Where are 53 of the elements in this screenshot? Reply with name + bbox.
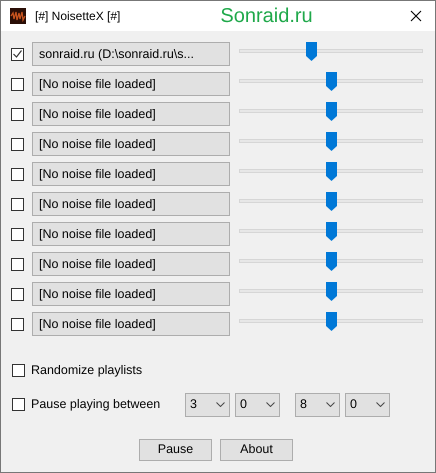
chevron-down-icon [266,402,275,408]
chevron-down-icon [376,402,385,408]
noise-file-button[interactable]: [No noise file loaded] [32,192,230,216]
checkbox[interactable] [11,228,24,240]
checkbox[interactable] [11,138,24,150]
noise-file-button[interactable]: [No noise file loaded] [32,312,230,336]
dropdown[interactable]: 0 [235,392,280,417]
slider-thumb[interactable] [326,102,336,121]
noise-file-button[interactable]: [No noise file loaded] [32,72,230,96]
slider-thumb[interactable] [326,252,336,271]
noise-file-button[interactable]: [No noise file loaded] [32,162,230,186]
noise-file-button[interactable]: [No noise file loaded] [32,282,230,306]
checkmark-icon [13,50,22,58]
close-icon [410,10,422,22]
slider-thumb[interactable] [326,72,336,91]
checkbox[interactable] [12,398,25,412]
checkbox[interactable] [11,318,24,330]
slider-thumb[interactable] [326,192,336,211]
noise-file-button[interactable]: [No noise file loaded] [32,132,230,156]
checkbox[interactable] [11,288,24,300]
dropdown[interactable]: 3 [185,392,230,417]
checkbox[interactable] [11,78,24,90]
slider-thumb[interactable] [326,282,336,301]
checkbox[interactable] [12,364,25,377]
chevron-down-icon [216,402,225,408]
dropdown[interactable]: 8 [295,392,340,417]
dropdown-value: 0 [240,396,247,414]
action-button[interactable]: About [220,438,293,461]
dropdown-value: 3 [190,396,197,414]
noise-file-button[interactable]: [No noise file loaded] [32,222,230,246]
slider-thumb[interactable] [326,312,336,331]
app-icon [10,8,26,24]
dropdown[interactable]: 0 [345,392,390,417]
chevron-down-icon [326,402,335,408]
action-button[interactable]: Pause [139,438,212,461]
slider-thumb[interactable] [326,162,336,181]
checkbox[interactable] [11,48,24,60]
slider-thumb[interactable] [326,222,336,241]
dropdown-value: 8 [300,396,307,414]
noise-file-button[interactable]: [No noise file loaded] [32,102,230,126]
window-title: [#] NoisetteX [#] [35,8,120,25]
checkbox[interactable] [11,108,24,120]
slider-thumb[interactable] [326,132,336,151]
noise-file-button[interactable]: [No noise file loaded] [32,252,230,276]
checkbox[interactable] [11,258,24,270]
randomize-label: Randomize playlists [31,362,142,379]
checkbox[interactable] [11,168,24,180]
watermark-text: Sonraid.ru [220,4,313,29]
noise-file-button[interactable]: sonraid.ru (D:\sonraid.ru\s... [32,42,230,66]
checkbox[interactable] [11,198,24,210]
dropdown-value: 0 [350,396,357,414]
pause-between-label: Pause playing between [31,396,162,414]
slider-thumb[interactable] [306,42,318,61]
